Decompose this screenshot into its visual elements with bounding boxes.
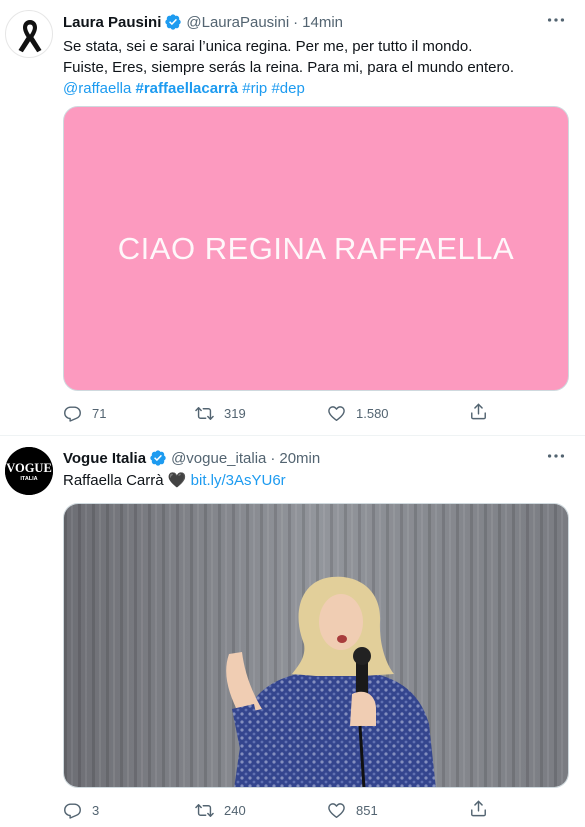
timestamp[interactable]: 20min <box>279 450 320 467</box>
separator: · <box>293 13 299 31</box>
like-icon <box>327 801 346 820</box>
logo-text: VOGUE <box>6 461 52 475</box>
tweet-header: Laura Pausini @LauraPausini · 14min <box>63 12 545 32</box>
retweet-count: 319 <box>224 405 246 421</box>
reply-button[interactable]: 3 <box>63 799 195 821</box>
share-button[interactable] <box>469 402 509 421</box>
hashtag-link[interactable]: #dep <box>271 80 304 97</box>
hashtag-link[interactable]: #rip <box>242 80 267 97</box>
timestamp[interactable]: 14min <box>302 14 343 31</box>
action-bar: 71 319 1.580 <box>63 402 503 424</box>
more-icon[interactable] <box>545 10 567 30</box>
singer-photo <box>64 504 568 787</box>
reply-count: 71 <box>92 405 107 421</box>
action-bar: 3 240 851 <box>63 799 503 821</box>
display-name[interactable]: Laura Pausini <box>63 14 161 31</box>
black-heart-emoji: 🖤 <box>167 472 187 489</box>
vogue-italia-logo: VOGUE ITALIA <box>5 447 53 495</box>
like-button[interactable]: 1.580 <box>327 402 459 424</box>
share-button[interactable] <box>469 799 509 818</box>
verified-badge-icon <box>149 449 167 467</box>
tweet-header: Vogue Italia @vogue_italia · 20min <box>63 448 545 468</box>
tweet-tags: @raffaella #raffaellacarrà #rip #dep <box>63 78 571 99</box>
logo-subtext: ITALIA <box>20 476 37 482</box>
avatar[interactable] <box>5 10 53 58</box>
reply-icon <box>63 404 82 423</box>
hashtag-link[interactable]: #raffaellacarrà <box>136 80 239 97</box>
retweet-icon <box>195 404 214 423</box>
more-icon[interactable] <box>545 446 567 466</box>
retweet-icon <box>195 801 214 820</box>
tweet-text-main: Raffaella Carrà <box>63 472 164 489</box>
tweet-photo[interactable] <box>63 503 569 788</box>
retweet-button[interactable]: 319 <box>195 402 327 424</box>
share-icon <box>469 799 488 818</box>
avatar[interactable]: VOGUE ITALIA <box>5 447 53 495</box>
tweet-laura-pausini[interactable]: Laura Pausini @LauraPausini · 14min Se s… <box>0 0 585 436</box>
reply-icon <box>63 801 82 820</box>
like-count: 851 <box>356 802 378 818</box>
like-button[interactable]: 851 <box>327 799 459 821</box>
image-caption-text: CIAO REGINA RAFFAELLA <box>117 230 515 266</box>
reply-button[interactable]: 71 <box>63 402 195 424</box>
mention-link[interactable]: @raffaella <box>63 80 131 97</box>
display-name[interactable]: Vogue Italia <box>63 450 146 467</box>
tweet-text: Raffaella Carrà 🖤 bit.ly/3AsYU6r <box>63 470 571 491</box>
tweet-vogue-italia[interactable]: VOGUE ITALIA Vogue Italia @vogue_italia … <box>0 436 585 827</box>
retweet-count: 240 <box>224 802 246 818</box>
retweet-button[interactable]: 240 <box>195 799 327 821</box>
tweet-image[interactable]: CIAO REGINA RAFFAELLA <box>63 106 569 391</box>
short-link[interactable]: bit.ly/3AsYU6r <box>191 472 286 489</box>
tweet-text: Se stata, sei e sarai l’unica regina. Pe… <box>63 36 571 99</box>
black-ribbon-icon <box>18 20 42 53</box>
tweet-text-line: Fuiste, Eres, siempre serás la reina. Pa… <box>63 59 515 76</box>
separator: · <box>270 449 276 467</box>
verified-badge-icon <box>164 13 182 31</box>
like-count: 1.580 <box>356 405 389 421</box>
user-handle[interactable]: @vogue_italia <box>171 450 266 467</box>
tweet-text-line: Se stata, sei e sarai l’unica regina. Pe… <box>63 38 473 55</box>
like-icon <box>327 404 346 423</box>
reply-count: 3 <box>92 802 100 818</box>
user-handle[interactable]: @LauraPausini <box>186 14 289 31</box>
share-icon <box>469 402 488 421</box>
